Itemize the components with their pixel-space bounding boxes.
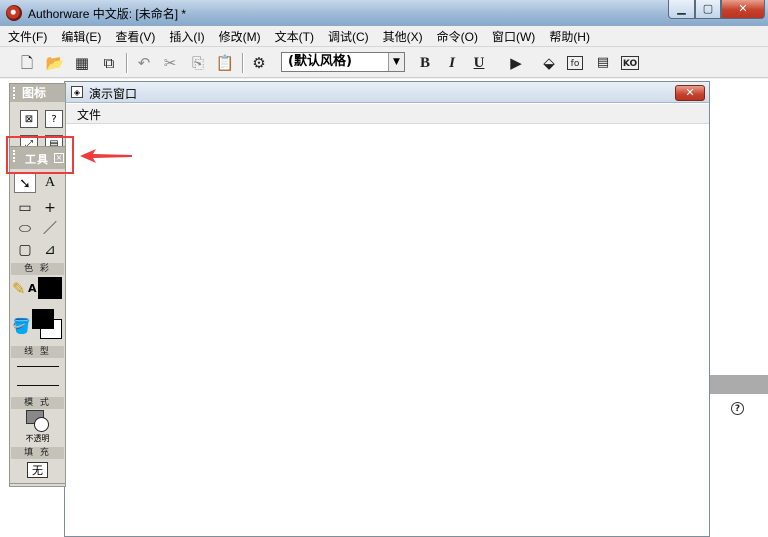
find-icon[interactable]: ⚙ xyxy=(248,52,270,74)
text-tool[interactable]: A xyxy=(39,173,61,193)
presentation-title: 演示窗口 xyxy=(89,87,138,101)
help-icon[interactable]: ? xyxy=(731,402,744,415)
minimize-button[interactable]: ▁ xyxy=(668,0,695,19)
new-file-icon[interactable]: 🗋 xyxy=(16,52,38,74)
menu-command[interactable]: 命令(O) xyxy=(429,26,484,47)
tools-panel: 工具 × ➘ A ▭ + ⬭ ／ ▢ ⊿ 色 彩 ✎ A 🪣 线 型 模 式 不… xyxy=(9,146,66,484)
title-bar[interactable]: Authorware 中文版: [未命名] * ▁ ▢ ✕ xyxy=(0,0,768,26)
toolbar-separator xyxy=(126,53,128,73)
variables-icon[interactable]: ▤ xyxy=(592,52,614,74)
pointer-arrow-icon xyxy=(80,149,132,163)
menu-debug[interactable]: 调试(C) xyxy=(320,26,375,47)
line-section-label: 线 型 xyxy=(11,346,64,358)
menu-edit[interactable]: 编辑(E) xyxy=(53,26,107,47)
fill-value[interactable]: 无 xyxy=(27,462,48,478)
chevron-down-icon[interactable]: ▼ xyxy=(388,53,404,71)
save-all-icon[interactable]: ▦ xyxy=(71,52,93,74)
rectangle-tool[interactable]: ▭ xyxy=(14,198,36,218)
restart-icon[interactable]: ▶ xyxy=(505,52,527,74)
presentation-title-bar[interactable]: ◈ 演示窗口 ✕ xyxy=(65,82,709,103)
menu-text[interactable]: 文本(T) xyxy=(267,26,320,47)
style-select[interactable]: (默认风格) ▼ xyxy=(281,52,405,72)
interaction-icon[interactable]: ? xyxy=(45,110,63,128)
mode-section-label: 模 式 xyxy=(11,397,64,409)
presentation-close-button[interactable]: ✕ xyxy=(675,85,705,101)
text-color-icon: A xyxy=(28,282,37,295)
line-style-normal[interactable] xyxy=(17,385,59,386)
stroke-color-swatch[interactable] xyxy=(38,277,62,299)
mode-value: 不透明 xyxy=(25,434,50,443)
style-select-value: (默认风格) xyxy=(288,54,352,69)
undo-icon[interactable]: ↶ xyxy=(133,52,155,74)
presentation-window-icon: ◈ xyxy=(71,86,83,98)
maximize-button[interactable]: ▢ xyxy=(695,0,721,19)
ellipse-tool[interactable]: ⬭ xyxy=(14,219,36,239)
menu-insert[interactable]: 插入(I) xyxy=(161,26,210,47)
knowledge-objects-button[interactable]: KO xyxy=(621,56,639,70)
bold-button[interactable]: B xyxy=(414,52,436,74)
mode-swatch-front[interactable] xyxy=(34,417,49,432)
paste-icon[interactable]: 📋 xyxy=(214,52,236,74)
presentation-canvas[interactable] xyxy=(65,125,709,536)
menu-window[interactable]: 窗口(W) xyxy=(484,26,541,47)
icon-palette-header[interactable]: 图标 xyxy=(10,84,65,102)
pencil-icon: ✎ xyxy=(12,279,26,298)
menu-other[interactable]: 其他(X) xyxy=(375,26,429,47)
polygon-tool[interactable]: ⊿ xyxy=(39,240,61,260)
cross-line-tool[interactable]: + xyxy=(39,198,61,218)
toolbar-separator xyxy=(242,53,244,73)
foreground-color-swatch[interactable] xyxy=(32,309,54,329)
fill-section-label: 填 充 xyxy=(11,447,64,459)
menu-file[interactable]: 文件(F) xyxy=(0,26,53,47)
menu-help[interactable]: 帮助(H) xyxy=(541,26,596,47)
functions-button[interactable]: fo xyxy=(567,56,583,70)
icon-palette-title: 图标 xyxy=(22,86,47,100)
main-window: Authorware 中文版: [未命名] * ▁ ▢ ✕ 文件(F) 编辑(E)… xyxy=(0,0,768,537)
diagonal-line-tool[interactable]: ／ xyxy=(39,219,61,239)
line-style-thin[interactable] xyxy=(17,366,59,367)
highlight-box xyxy=(6,136,74,174)
workspace-strip xyxy=(709,375,768,394)
copy-icon[interactable]: ⎘ xyxy=(187,52,209,74)
fill-bucket-icon: 🪣 xyxy=(12,317,31,335)
open-folder-icon[interactable]: 📂 xyxy=(44,52,66,74)
italic-button[interactable]: I xyxy=(441,52,463,74)
color-section-label: 色 彩 xyxy=(11,263,64,275)
menu-view[interactable]: 查看(V) xyxy=(107,26,161,47)
underline-button[interactable]: U xyxy=(468,52,490,74)
control-panel-icon[interactable]: ⬙ xyxy=(538,52,560,74)
app-icon[interactable] xyxy=(6,5,22,21)
import-icon[interactable]: ⧉ xyxy=(98,52,120,74)
cut-icon[interactable]: ✂ xyxy=(159,52,181,74)
presentation-menu-bar: 文件 xyxy=(65,104,709,124)
grip-icon xyxy=(13,87,19,99)
presentation-window: ◈ 演示窗口 ✕ 文件 xyxy=(64,81,710,537)
window-title: Authorware 中文版: [未命名] * xyxy=(28,7,187,21)
presentation-menu-file[interactable]: 文件 xyxy=(77,106,101,123)
pointer-tool[interactable]: ➘ xyxy=(14,173,36,193)
display-icon[interactable]: ⊠ xyxy=(20,110,38,128)
close-button[interactable]: ✕ xyxy=(721,0,765,19)
menu-modify[interactable]: 修改(M) xyxy=(211,26,267,47)
rounded-rectangle-tool[interactable]: ▢ xyxy=(14,240,36,260)
menu-bar: 文件(F) 编辑(E) 查看(V) 插入(I) 修改(M) 文本(T) 调试(C) 其他(X)… xyxy=(0,26,768,47)
